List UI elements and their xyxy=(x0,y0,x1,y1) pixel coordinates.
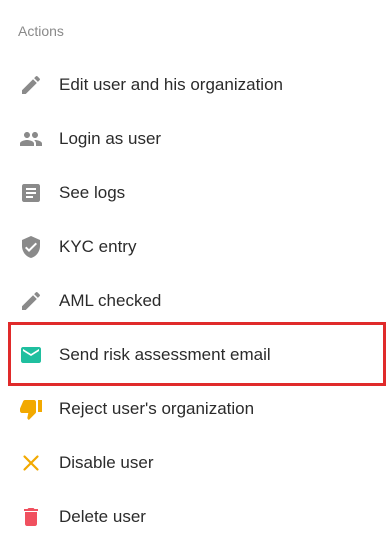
see-logs-action[interactable]: See logs xyxy=(0,166,386,220)
see-logs-label: See logs xyxy=(59,183,126,202)
aml-checked-action[interactable]: AML checked xyxy=(0,274,386,328)
document-icon xyxy=(19,181,43,205)
reject-organization-action[interactable]: Reject user's organization xyxy=(0,382,386,436)
envelope-icon xyxy=(19,343,43,367)
send-risk-assessment-email-label: Send risk assessment email xyxy=(59,345,271,364)
pencil-icon xyxy=(19,73,43,97)
edit-user-label: Edit user and his organization xyxy=(59,75,283,94)
delete-user-label: Delete user xyxy=(59,507,146,526)
edit-user-action[interactable]: Edit user and his organization xyxy=(0,58,386,112)
kyc-entry-label: KYC entry xyxy=(59,237,137,256)
pencil-icon xyxy=(19,289,43,313)
trash-icon xyxy=(19,505,43,529)
disable-user-label: Disable user xyxy=(59,453,154,472)
aml-checked-label: AML checked xyxy=(59,291,162,310)
actions-list: Edit user and his organization Login as … xyxy=(0,58,386,544)
kyc-entry-action[interactable]: KYC entry xyxy=(0,220,386,274)
delete-user-action[interactable]: Delete user xyxy=(0,490,386,544)
shield-check-icon xyxy=(19,235,43,259)
login-as-user-label: Login as user xyxy=(59,129,162,148)
send-risk-assessment-email-action[interactable]: Send risk assessment email xyxy=(0,328,386,382)
close-icon xyxy=(19,451,43,475)
actions-section-title: Actions xyxy=(18,23,64,39)
login-as-user-action[interactable]: Login as user xyxy=(0,112,386,166)
reject-organization-label: Reject user's organization xyxy=(59,399,255,418)
people-icon xyxy=(19,127,43,151)
thumbs-down-icon xyxy=(19,397,43,421)
disable-user-action[interactable]: Disable user xyxy=(0,436,386,490)
